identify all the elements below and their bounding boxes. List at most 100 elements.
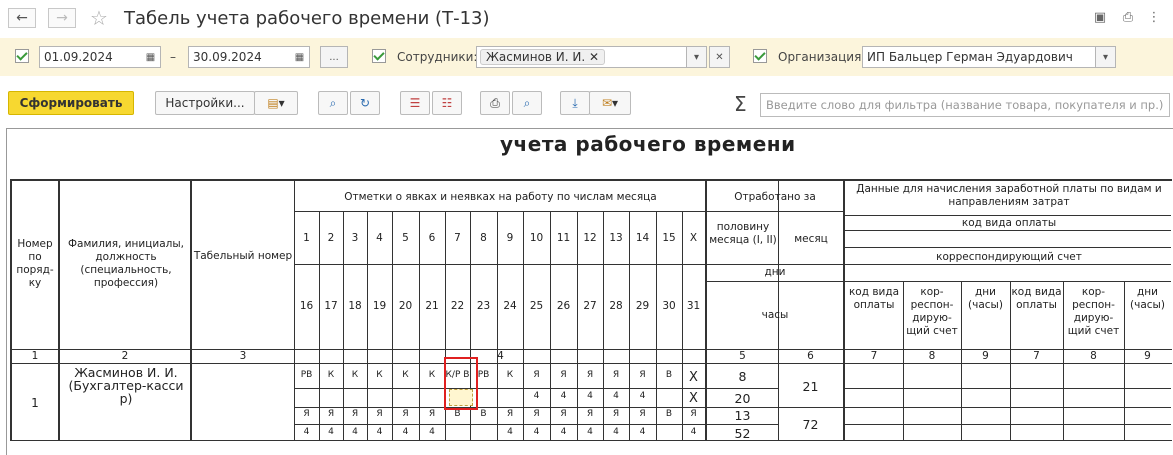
send-email-button[interactable]: ✉ ▾: [589, 91, 631, 115]
day-number: 2: [327, 232, 335, 244]
print-preview-icon: ⌕: [523, 95, 531, 110]
day-mark: Я: [303, 409, 310, 419]
column-number: 8: [928, 350, 936, 362]
filter-search-input[interactable]: Введите слово для фильтра (название това…: [760, 93, 1170, 117]
day-hours: 4: [560, 427, 567, 437]
day-divider: [523, 211, 524, 440]
favorite-star-icon[interactable]: ☆: [90, 6, 108, 30]
marks-header-line: [294, 211, 705, 212]
data-row-line: [845, 407, 1171, 408]
period-checkbox[interactable]: [15, 49, 29, 63]
header-row-number: Номер по поряд-ку: [16, 238, 54, 289]
employee-name: Жасминов И. И. (Бухгалтер-касси р): [68, 365, 184, 406]
table-border-top: [10, 179, 1172, 181]
refresh-search-button[interactable]: ↻: [350, 91, 380, 115]
chevron-down-icon: ▾: [278, 96, 285, 110]
day-mark: Я: [327, 409, 335, 419]
day-mark: Я: [639, 409, 646, 419]
list-expand-icon: ☰: [409, 96, 421, 110]
organization-checkbox[interactable]: [753, 49, 767, 63]
generate-button[interactable]: Сформировать: [8, 91, 134, 115]
day-mark: К: [402, 370, 409, 380]
day-number: 28: [609, 300, 623, 312]
header-name: Фамилия, инициалы, должность (специально…: [67, 238, 184, 289]
day-hours: 4: [639, 427, 646, 437]
save-icon[interactable]: ▣: [1092, 9, 1108, 25]
employee-tag[interactable]: Жасминов И. И. ✕: [480, 49, 606, 65]
pay-header-line: [845, 247, 1171, 248]
day-mark: Я: [533, 409, 540, 419]
day-number: 7: [454, 232, 461, 244]
header-days-hours-1: дни (часы): [968, 286, 1003, 311]
chevron-down-icon[interactable]: ▾: [1095, 46, 1116, 68]
date-separator: –: [170, 50, 176, 64]
title-bar: ← → ☆ Табель учета рабочего времени (Т-1…: [0, 0, 1173, 36]
day-hours: 4: [507, 427, 513, 437]
collapse-groups-button[interactable]: ☷: [432, 91, 462, 115]
search-button[interactable]: ⌕: [318, 91, 348, 115]
organization-field[interactable]: ИП Бальцер Герман Эдуардович: [862, 46, 1116, 68]
day-number: 9: [506, 232, 514, 244]
day-mark: Я: [560, 370, 567, 380]
day-number: 24: [503, 300, 517, 312]
variants-button[interactable]: ▤ ▾: [254, 91, 298, 115]
column-number: 6: [807, 350, 814, 362]
refresh-icon: ↻: [359, 96, 371, 110]
header-corr-account: корреспондирующий счет: [936, 251, 1082, 263]
back-button[interactable]: ←: [8, 8, 36, 28]
day-number: 10: [529, 232, 544, 244]
chevron-down-icon[interactable]: ▾: [686, 46, 707, 68]
day-mark: В: [454, 409, 461, 419]
row-number: 1: [31, 396, 39, 410]
day-number: 12: [583, 232, 597, 244]
column-number: 1: [31, 350, 39, 362]
header-month: месяц: [794, 233, 828, 245]
day-mark: В: [665, 409, 673, 419]
day-mark: Я: [639, 370, 646, 380]
month-hours: 72: [802, 417, 819, 432]
day-mark: Я: [690, 409, 697, 419]
settings-button[interactable]: Настройки...: [155, 91, 255, 115]
worked-header-line: [707, 211, 843, 212]
calendar-icon[interactable]: ▦: [140, 46, 161, 68]
day-number: 26: [556, 300, 571, 312]
day-divider: [629, 211, 630, 440]
export-button[interactable]: ⤓: [560, 91, 590, 115]
pay-header-line: [845, 281, 1171, 282]
print-icon[interactable]: ⎙: [1120, 9, 1136, 25]
print-button[interactable]: ⎙: [480, 91, 510, 115]
arrow-right-icon: →: [56, 10, 68, 26]
calendar-icon[interactable]: ▦: [289, 46, 310, 68]
day-divider: [603, 211, 604, 440]
day-hours: 4: [690, 427, 697, 437]
clear-button[interactable]: ✕: [709, 46, 730, 68]
day-number: 13: [609, 232, 623, 244]
marks-header-line: [294, 264, 705, 265]
day-number: 14: [635, 232, 650, 244]
day-number: 31: [686, 300, 701, 312]
sum-icon[interactable]: Σ: [734, 92, 747, 116]
employees-label: Сотрудники:: [397, 50, 478, 64]
forward-button[interactable]: →: [48, 8, 76, 28]
day-number: 21: [425, 300, 439, 312]
header-corr-1: кор-респон-дирую-щий счет: [906, 286, 958, 337]
day-hours: 4: [376, 427, 383, 437]
close-icon[interactable]: ✕: [589, 50, 599, 64]
day-hours: 4: [613, 391, 619, 401]
day-mark: Я: [586, 409, 594, 419]
column-divider: [58, 179, 60, 440]
preview-button[interactable]: ⌕: [512, 91, 542, 115]
half1-days: 8: [738, 369, 747, 384]
day-mark: Я: [428, 409, 436, 419]
period-select-button[interactable]: ...: [320, 46, 348, 68]
more-icon[interactable]: ⋮: [1146, 9, 1162, 25]
day-hours: 4: [613, 427, 619, 437]
day-number: 29: [635, 300, 650, 312]
column-number: 5: [739, 350, 746, 362]
half2-days: 13: [734, 408, 751, 423]
day-mark: К: [506, 370, 514, 380]
employee-tag-label: Жасминов И. И.: [486, 50, 586, 64]
header-worked: Отработано за: [734, 191, 816, 203]
expand-groups-button[interactable]: ☰: [400, 91, 430, 115]
employees-checkbox[interactable]: [372, 49, 386, 63]
